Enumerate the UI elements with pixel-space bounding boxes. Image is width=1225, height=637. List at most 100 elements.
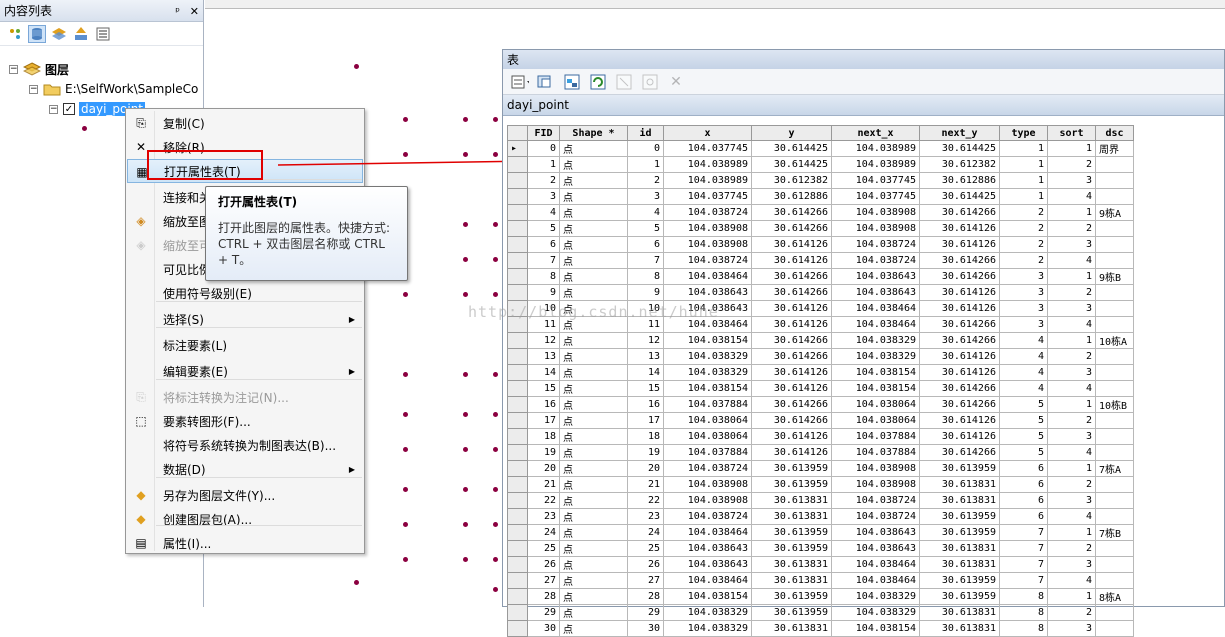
table-cell[interactable]: 6 — [527, 236, 560, 253]
table-cell[interactable] — [1095, 428, 1134, 445]
table-cell[interactable]: 30.612382 — [919, 156, 1000, 173]
table-cell[interactable]: 5 — [999, 396, 1048, 413]
table-cell[interactable]: 104.038064 — [663, 428, 752, 445]
row-selector[interactable] — [507, 444, 528, 461]
table-cell[interactable] — [1095, 156, 1134, 173]
table-row[interactable]: 14 点 14 104.038329 30.614126 104.038154 30.614… — [507, 364, 1134, 381]
row-selector[interactable] — [507, 332, 528, 349]
table-cell[interactable] — [1095, 284, 1134, 301]
table-cell[interactable]: 7 — [527, 252, 560, 269]
row-selector[interactable]: ▸ — [507, 140, 528, 157]
table-cell[interactable]: 6 — [999, 476, 1048, 493]
column-header[interactable]: id — [627, 125, 664, 141]
table-cell[interactable]: 7 — [999, 540, 1048, 557]
table-cell[interactable]: 3 — [999, 268, 1048, 285]
table-row[interactable]: 2 点 2 104.038989 30.612382 104.037745 30.61288… — [507, 172, 1134, 189]
table-cell[interactable]: 30.614126 — [751, 428, 832, 445]
table-cell[interactable]: 0 — [527, 140, 560, 157]
table-cell[interactable]: 1 — [1047, 332, 1096, 349]
row-selector[interactable] — [507, 172, 528, 189]
switch-selection-icon[interactable] — [589, 73, 607, 91]
table-cell[interactable]: 4 — [1047, 380, 1096, 397]
table-cell[interactable]: 2 — [1047, 540, 1096, 557]
table-cell[interactable]: 28 — [527, 588, 560, 605]
column-header[interactable]: next_y — [919, 125, 1000, 141]
table-cell[interactable]: 30.614126 — [751, 252, 832, 269]
table-cell[interactable]: 19 — [627, 444, 664, 461]
table-cell[interactable]: 点 — [559, 348, 628, 365]
table-cell[interactable] — [1095, 364, 1134, 381]
table-row[interactable]: 19 点 19 104.037884 30.614126 104.037884 30.614… — [507, 444, 1134, 461]
table-row[interactable]: 4 点 4 104.038724 30.614266 104.038908 30.61426… — [507, 204, 1134, 221]
table-cell[interactable]: 104.037745 — [663, 188, 752, 205]
table-cell[interactable]: 104.038643 — [663, 540, 752, 557]
table-cell[interactable] — [1095, 220, 1134, 237]
table-cell[interactable]: 3 — [1047, 428, 1096, 445]
table-cell[interactable]: 30.613959 — [751, 476, 832, 493]
table-cell[interactable]: 23 — [627, 508, 664, 525]
table-cell[interactable]: 30.614266 — [751, 284, 832, 301]
table-cell[interactable]: 28 — [627, 588, 664, 605]
table-cell[interactable]: 104.038329 — [663, 348, 752, 365]
row-selector[interactable] — [507, 268, 528, 285]
table-cell[interactable]: 104.038724 — [663, 204, 752, 221]
table-row[interactable]: 1 点 1 104.038989 30.614425 104.038989 30.61238… — [507, 156, 1134, 173]
table-cell[interactable]: 30.614266 — [751, 348, 832, 365]
table-cell[interactable]: 5 — [999, 444, 1048, 461]
table-cell[interactable]: 104.038643 — [831, 268, 920, 285]
table-row[interactable]: 27 点 27 104.038464 30.613831 104.038464 30.613… — [507, 572, 1134, 589]
table-cell[interactable]: 104.038908 — [831, 220, 920, 237]
table-cell[interactable]: 6 — [999, 460, 1048, 477]
table-cell[interactable]: 8 — [527, 268, 560, 285]
table-cell[interactable] — [1095, 540, 1134, 557]
table-cell[interactable]: 8栋A — [1095, 588, 1134, 605]
table-cell[interactable]: 104.038908 — [663, 476, 752, 493]
table-cell[interactable]: 104.038464 — [663, 524, 752, 541]
table-cell[interactable]: 10栋B — [1095, 396, 1134, 413]
table-cell[interactable]: 104.038154 — [831, 620, 920, 637]
table-cell[interactable]: 104.038329 — [831, 332, 920, 349]
table-cell[interactable]: 2 — [999, 204, 1048, 221]
table-cell[interactable] — [1095, 492, 1134, 509]
column-header[interactable]: next_x — [831, 125, 920, 141]
table-cell[interactable]: 104.037884 — [663, 444, 752, 461]
row-selector[interactable] — [507, 588, 528, 605]
table-row[interactable]: 21 点 21 104.038908 30.613959 104.038908 30.613… — [507, 476, 1134, 493]
table-cell[interactable]: 30.613959 — [919, 572, 1000, 589]
table-row[interactable]: 20 点 20 104.038724 30.613959 104.038908 30.613… — [507, 460, 1134, 477]
table-cell[interactable]: 104.038464 — [831, 300, 920, 317]
table-cell[interactable]: 2 — [1047, 284, 1096, 301]
table-cell[interactable]: 30.614126 — [919, 348, 1000, 365]
table-row[interactable]: 12 点 12 104.038154 30.614266 104.038329 30.614… — [507, 332, 1134, 349]
table-cell[interactable]: 4 — [1047, 316, 1096, 333]
table-cell[interactable]: 8 — [627, 268, 664, 285]
table-row[interactable]: 28 点 28 104.038154 30.613959 104.038329 30.613… — [507, 588, 1134, 605]
table-cell[interactable]: 30.612886 — [751, 188, 832, 205]
table-cell[interactable]: 20 — [627, 460, 664, 477]
table-cell[interactable]: 7栋B — [1095, 524, 1134, 541]
table-cell[interactable]: 104.038908 — [663, 492, 752, 509]
table-row[interactable]: 6 点 6 104.038908 30.614126 104.038724 30.61412… — [507, 236, 1134, 253]
table-row[interactable]: ▸ 0 点 0 104.037745 30.614425 104.038989 30.6144… — [507, 140, 1134, 157]
table-cell[interactable]: 5 — [627, 220, 664, 237]
delete-selected-icon[interactable]: ✕ — [667, 73, 685, 91]
table-cell[interactable]: 9 — [527, 284, 560, 301]
table-cell[interactable]: 104.038908 — [831, 460, 920, 477]
table-cell[interactable]: 24 — [527, 524, 560, 541]
table-cell[interactable]: 点 — [559, 492, 628, 509]
table-cell[interactable]: 9 — [627, 284, 664, 301]
table-cell[interactable]: 点 — [559, 220, 628, 237]
table-cell[interactable] — [1095, 556, 1134, 573]
table-cell[interactable] — [1095, 508, 1134, 525]
table-cell[interactable]: 30.614266 — [919, 316, 1000, 333]
table-cell[interactable]: 6 — [999, 492, 1048, 509]
table-row[interactable]: 7 点 7 104.038724 30.614126 104.038724 30.61426… — [507, 252, 1134, 269]
table-cell[interactable]: 30.613831 — [919, 620, 1000, 637]
table-cell[interactable] — [1095, 300, 1134, 317]
table-cell[interactable]: 30.613959 — [751, 460, 832, 477]
table-cell[interactable]: 104.037745 — [663, 140, 752, 157]
table-cell[interactable]: 4 — [999, 380, 1048, 397]
related-tables-icon[interactable] — [537, 73, 555, 91]
table-cell[interactable]: 2 — [627, 172, 664, 189]
table-cell[interactable]: 104.038464 — [663, 572, 752, 589]
